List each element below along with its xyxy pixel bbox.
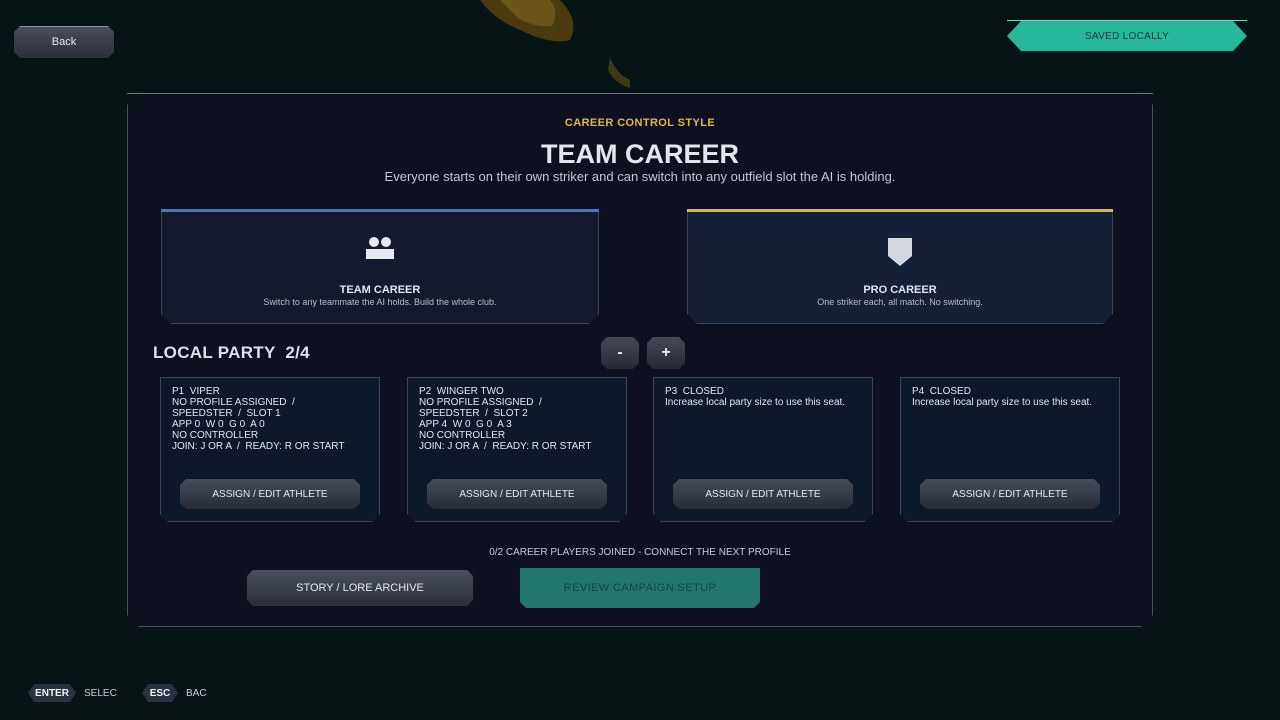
saved-badge-topline bbox=[1007, 20, 1247, 21]
back-button-label: Back bbox=[51, 36, 77, 48]
background-artwork bbox=[480, 0, 630, 88]
hint-action-label: BAC bbox=[186, 687, 207, 699]
local-party-label: LOCAL PARTY 2/4 bbox=[153, 343, 310, 362]
mode-card-pro-career[interactable]: PRO CAREER One striker each, all match. … bbox=[687, 212, 1113, 324]
mode-card-title: TEAM CAREER bbox=[339, 284, 421, 296]
minus-icon: - bbox=[617, 344, 623, 361]
seat-info: P3 CLOSED Increase local party size to u… bbox=[665, 386, 846, 408]
assign-athlete-label: ASSIGN / EDIT ATHLETE bbox=[212, 488, 328, 500]
join-status-text: 0/2 CAREER PLAYERS JOINED - CONNECT THE … bbox=[489, 547, 791, 558]
assign-athlete-button[interactable]: ASSIGN / EDIT ATHLETE bbox=[673, 479, 853, 509]
party-seat-p3: P3 CLOSED Increase local party size to u… bbox=[653, 377, 873, 522]
plus-icon: + bbox=[661, 344, 671, 361]
saved-status-badge: SAVED LOCALLY bbox=[1007, 21, 1247, 51]
review-campaign-setup-button[interactable]: REVIEW CAMPAIGN SETUP bbox=[520, 568, 760, 608]
mode-card-title: PRO CAREER bbox=[863, 284, 937, 296]
story-lore-archive-button[interactable]: STORY / LORE ARCHIVE bbox=[247, 570, 473, 606]
section-eyebrow: CAREER CONTROL STYLE bbox=[564, 117, 716, 129]
mode-card-subtitle: Switch to any teammate the AI holds. Bui… bbox=[263, 297, 497, 307]
assign-athlete-label: ASSIGN / EDIT ATHLETE bbox=[705, 488, 821, 500]
review-campaign-setup-label: REVIEW CAMPAIGN SETUP bbox=[563, 582, 717, 594]
hint-action-label: SELEC bbox=[84, 687, 117, 699]
assign-athlete-label: ASSIGN / EDIT ATHLETE bbox=[459, 488, 575, 500]
hint-escape: ESC BAC bbox=[142, 684, 207, 702]
enter-key-glyph: ENTER bbox=[28, 684, 76, 702]
saved-status-label: SAVED LOCALLY bbox=[1084, 30, 1170, 42]
back-button[interactable]: Back bbox=[14, 26, 114, 58]
party-seat-p4: P4 CLOSED Increase local party size to u… bbox=[900, 377, 1120, 522]
party-seat-p2: P2 WINGER TWO NO PROFILE ASSIGNED / SPEE… bbox=[407, 377, 627, 522]
seat-info: P1 VIPER NO PROFILE ASSIGNED / SPEEDSTER… bbox=[172, 386, 345, 452]
party-increment-button[interactable]: + bbox=[647, 337, 685, 369]
mode-card-subtitle: One striker each, all match. No switchin… bbox=[817, 297, 983, 307]
seat-info: P2 WINGER TWO NO PROFILE ASSIGNED / SPEE… bbox=[419, 386, 592, 452]
panel-topline bbox=[127, 93, 1153, 94]
seat-info: P4 CLOSED Increase local party size to u… bbox=[912, 386, 1093, 408]
team-icon bbox=[364, 236, 396, 264]
hint-enter: ENTER SELEC bbox=[28, 684, 117, 702]
mode-card-team-career[interactable]: TEAM CAREER Switch to any teammate the A… bbox=[161, 212, 599, 324]
party-decrement-button[interactable]: - bbox=[601, 337, 639, 369]
assign-athlete-button[interactable]: ASSIGN / EDIT ATHLETE bbox=[920, 479, 1100, 509]
mode-description: Everyone starts on their own striker and… bbox=[384, 169, 896, 184]
esc-key-glyph: ESC bbox=[142, 684, 178, 702]
assign-athlete-button[interactable]: ASSIGN / EDIT ATHLETE bbox=[427, 479, 607, 509]
assign-athlete-button[interactable]: ASSIGN / EDIT ATHLETE bbox=[180, 479, 360, 509]
story-lore-archive-label: STORY / LORE ARCHIVE bbox=[296, 582, 424, 594]
page-title: TEAM CAREER bbox=[540, 139, 739, 169]
assign-athlete-label: ASSIGN / EDIT ATHLETE bbox=[952, 488, 1068, 500]
party-seat-p1: P1 VIPER NO PROFILE ASSIGNED / SPEEDSTER… bbox=[160, 377, 380, 522]
shield-icon bbox=[886, 236, 914, 268]
